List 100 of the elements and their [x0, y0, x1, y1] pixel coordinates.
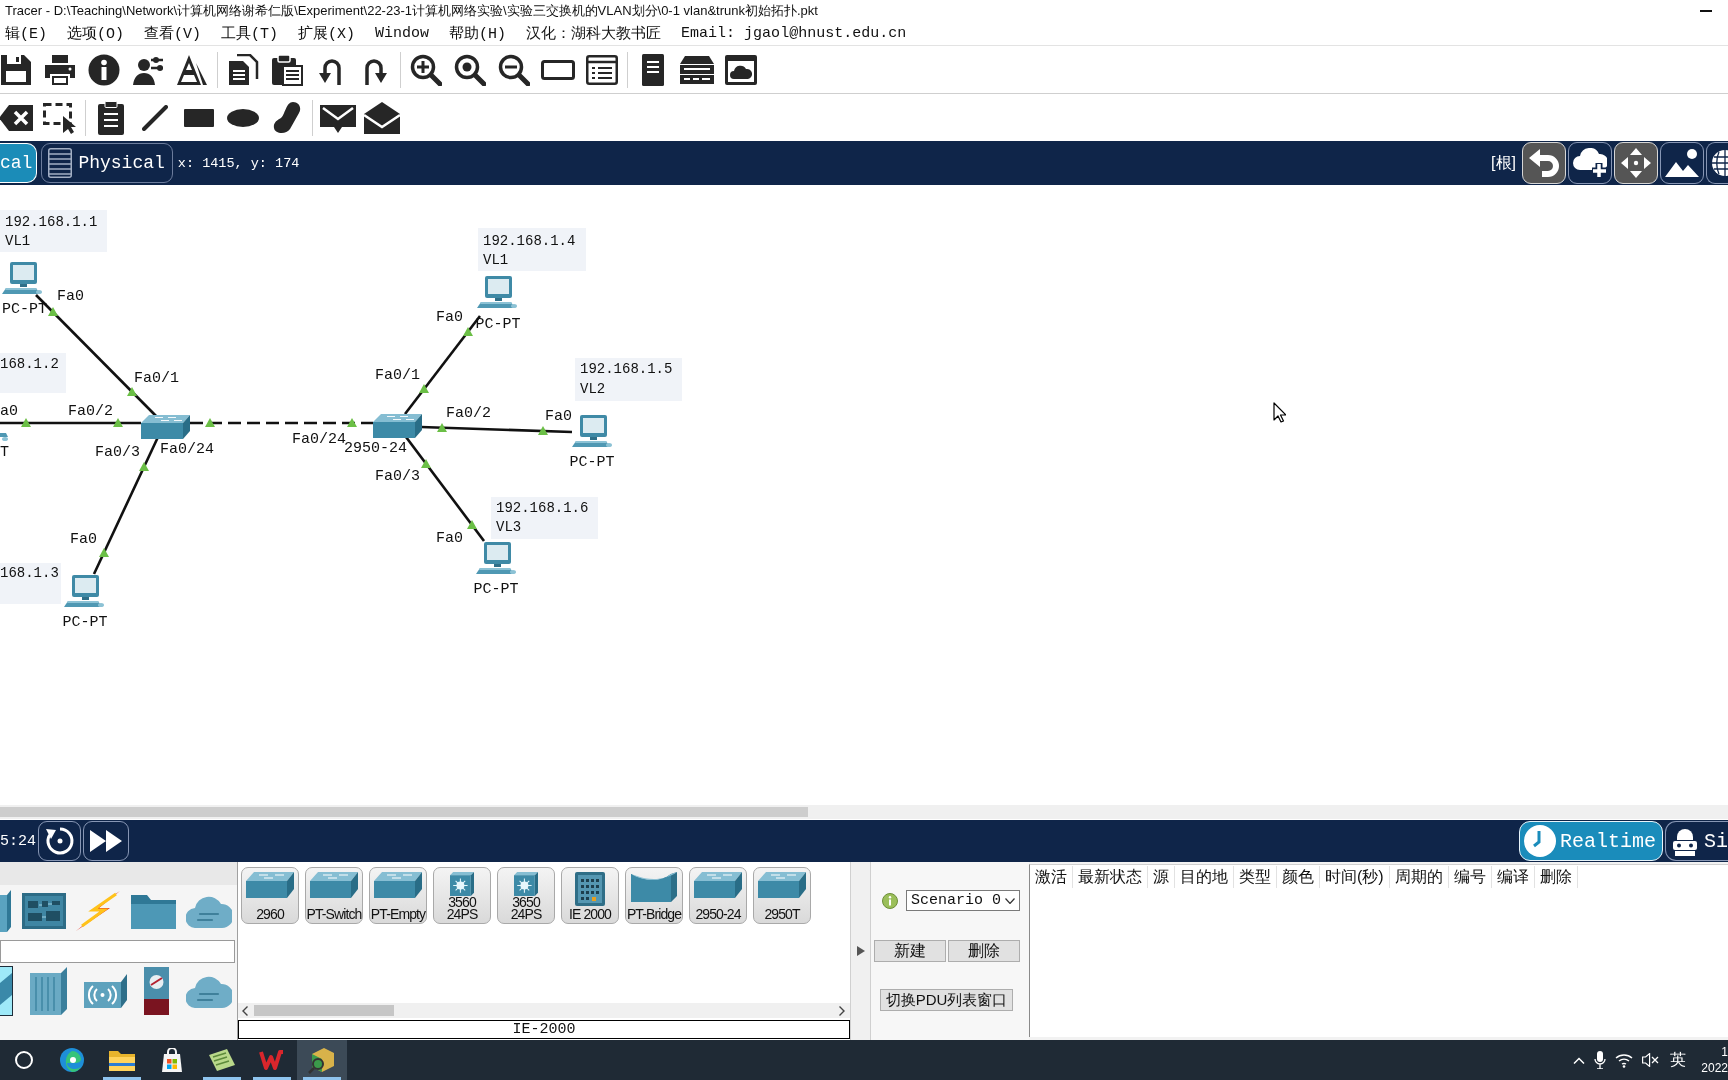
magnifier-icon[interactable]	[454, 53, 486, 86]
menu-item[interactable]: Window	[375, 25, 430, 42]
ellipse-icon[interactable]	[227, 108, 259, 127]
zigzag-logo-icon	[259, 1049, 285, 1071]
category-button[interactable]	[0, 889, 11, 933]
menu-item[interactable]: Email: jgaol@hnust.edu.cn	[681, 25, 907, 42]
horizontal-scrollbar[interactable]	[238, 1003, 850, 1018]
device-model-button[interactable]: IE 2000	[561, 867, 619, 924]
menu-item[interactable]: 辑(E)	[5, 24, 47, 43]
mode-tab[interactable]: Si	[1665, 821, 1728, 861]
scroll-left-icon[interactable]	[242, 1005, 248, 1016]
device-model-button[interactable]: PT-Bridge	[625, 867, 683, 924]
taskbar-clock-text[interactable]: 1	[1721, 1044, 1728, 1060]
scrollbar-thumb[interactable]	[254, 1005, 394, 1016]
device-type-button[interactable]	[0, 966, 13, 1016]
pc-icon	[477, 276, 517, 308]
input-method-indicator[interactable]: 英	[1670, 1049, 1687, 1071]
column-header: 源	[1148, 866, 1175, 888]
taskbar-app-button[interactable]	[297, 1040, 347, 1080]
device-type-button[interactable]	[84, 974, 127, 1008]
new-button[interactable]: 新建	[874, 940, 946, 962]
window-frame-icon[interactable]	[541, 59, 575, 80]
device-model-button[interactable]: PT-Empty	[369, 867, 427, 924]
address-note: 192.168.1.4 VL1	[478, 228, 586, 271]
multilayer-switch-icon	[447, 872, 477, 896]
clipboard-icon[interactable]	[271, 53, 303, 86]
globe-button[interactable]	[1706, 142, 1728, 184]
save-icon[interactable]	[0, 53, 32, 86]
device-model-button[interactable]: 3560 24PS	[433, 867, 491, 924]
document-icon[interactable]	[642, 53, 664, 86]
open-envelope-icon[interactable]	[364, 101, 400, 134]
menu-item[interactable]: 扩展(X)	[298, 24, 356, 43]
cloud-window-icon[interactable]	[725, 53, 757, 86]
category-button[interactable]	[130, 893, 176, 929]
microphone-icon[interactable]	[1594, 1051, 1607, 1069]
menu-item[interactable]: 汉化：湖科大教书匠	[526, 24, 662, 43]
notepad-icon[interactable]	[98, 100, 124, 135]
zoom-out-icon[interactable]	[498, 53, 530, 86]
menu-item[interactable]: 查看(V)	[144, 24, 202, 43]
delete-icon[interactable]	[0, 104, 33, 131]
copy-icon[interactable]	[227, 53, 259, 86]
line-icon[interactable]	[142, 104, 168, 131]
scrollbar-thumb[interactable]	[0, 807, 808, 817]
port-label: Fa0/1	[375, 367, 420, 384]
scenario-select[interactable]: Scenario 0	[906, 890, 1020, 911]
rectangle-icon[interactable]	[184, 108, 214, 127]
device-model-button[interactable]: 2950T	[753, 867, 811, 924]
menu-item[interactable]: 选项(O)	[67, 24, 125, 43]
move-arrows-icon	[1621, 148, 1651, 178]
power-cycle-button[interactable]	[38, 821, 81, 861]
device-type-button[interactable]	[144, 967, 169, 1015]
chevron-up-icon[interactable]	[1573, 1056, 1586, 1064]
dashed-selection-icon[interactable]	[43, 101, 77, 134]
device-model-button[interactable]: 2950-24	[689, 867, 747, 924]
zoom-in-icon[interactable]	[410, 53, 442, 86]
speaker-muted-icon[interactable]	[1642, 1053, 1660, 1067]
mouse-pointer-icon	[1274, 403, 1286, 422]
taskbar-clock-text[interactable]: 2022	[1701, 1060, 1728, 1076]
category-button[interactable]	[186, 894, 232, 928]
wifi-icon[interactable]	[1615, 1052, 1634, 1068]
menu-item[interactable]: 帮助(H)	[449, 24, 507, 43]
move-button[interactable]	[1614, 142, 1658, 184]
horizontal-scrollbar[interactable]	[0, 805, 1728, 819]
view-tab[interactable]: cal	[0, 143, 38, 183]
info-icon[interactable]	[88, 53, 120, 86]
lightning-icon	[76, 891, 120, 931]
category-button[interactable]	[21, 893, 66, 929]
port-label: Fa0	[436, 530, 463, 547]
back-button[interactable]	[1522, 142, 1566, 184]
switch-icon	[310, 872, 358, 898]
list-window-icon[interactable]	[586, 54, 618, 85]
port-label: Fa0	[436, 309, 463, 326]
toggle-pdu-list-button[interactable]: 切换PDU列表窗口	[880, 989, 1013, 1011]
device-label: PC-PT	[475, 316, 521, 333]
device-model-button[interactable]: PT-Switch	[305, 867, 363, 924]
back-arrow-icon	[1529, 149, 1559, 177]
envelope-icon[interactable]	[320, 102, 356, 133]
column-header: 编译	[1491, 866, 1535, 888]
delete-button[interactable]: 删除	[948, 940, 1020, 962]
circle-icon[interactable]	[14, 1051, 33, 1069]
clock-icon	[1523, 825, 1556, 857]
scroll-right-icon[interactable]	[839, 1005, 845, 1016]
striped-triangle-icon[interactable]	[176, 53, 208, 86]
landscape-icon	[1665, 149, 1699, 177]
device-filter-field[interactable]	[0, 940, 235, 963]
new-cluster-button[interactable]	[1568, 142, 1612, 184]
printer-icon[interactable]	[44, 53, 76, 86]
device-model-button[interactable]: 3650 24PS	[497, 867, 555, 924]
robot-icon	[1670, 826, 1700, 856]
caret-icon	[1005, 897, 1015, 904]
port-label: Fa0	[545, 408, 572, 425]
expand-arrow-icon[interactable]	[856, 946, 865, 956]
view-tab[interactable]: Physical	[41, 143, 173, 183]
fast-forward-button[interactable]	[83, 821, 129, 861]
menu-item[interactable]: 工具(T)	[221, 24, 279, 43]
network-device-icon[interactable]	[680, 55, 714, 84]
mode-tab[interactable]: Realtime	[1518, 821, 1663, 861]
device-model-button[interactable]: 2960	[241, 867, 299, 924]
device-label: T	[0, 444, 9, 461]
freeform-shape-icon[interactable]	[273, 101, 301, 134]
